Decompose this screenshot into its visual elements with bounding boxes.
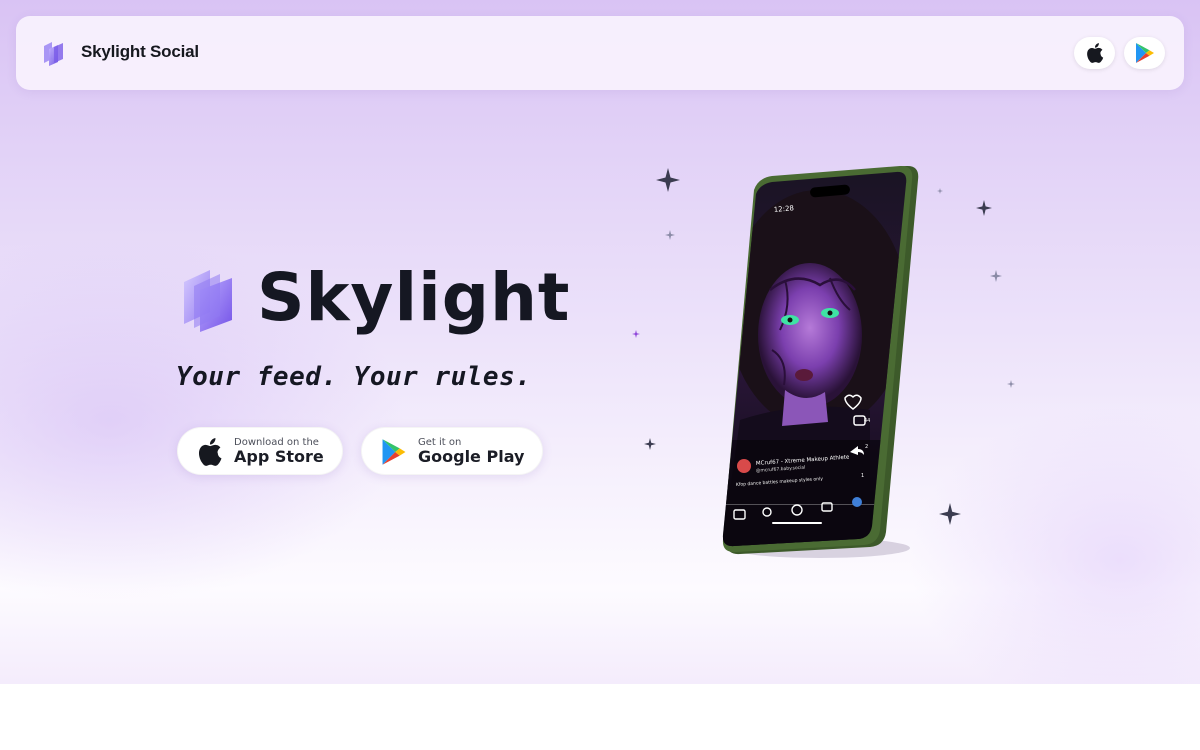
brand-name[interactable]: Skylight Social xyxy=(81,42,199,62)
share-count: 1 xyxy=(861,473,864,479)
app-store-label: App Store xyxy=(234,447,324,466)
apple-logo-icon xyxy=(1086,43,1103,63)
google-play-button[interactable]: Get it on Google Play xyxy=(361,427,543,475)
hero-tagline: Your feed. Your rules. xyxy=(176,362,532,392)
google-play-icon xyxy=(382,439,406,465)
apple-logo-icon xyxy=(198,438,222,466)
like-count: 44 xyxy=(864,418,870,424)
app-store-button[interactable]: Download on the App Store xyxy=(177,427,343,475)
skylight-logo-icon[interactable] xyxy=(42,41,64,66)
google-play-icon xyxy=(1135,43,1154,63)
google-play-label: Google Play xyxy=(418,447,525,466)
phone-mockup: 12:28 44 2 1 MCruf67 - Xtreme Makeup Ath… xyxy=(700,160,940,570)
top-navbar: Skylight Social xyxy=(16,16,1184,90)
hero-title: Skylight xyxy=(257,259,571,336)
hero-section xyxy=(0,0,1200,684)
skylight-logo-icon xyxy=(184,270,232,332)
nav-app-store-button[interactable] xyxy=(1074,37,1115,69)
comment-count: 2 xyxy=(865,444,868,450)
phone-illustration: 12:28 44 2 1 MCruf67 - Xtreme Makeup Ath… xyxy=(722,165,919,558)
nav-google-play-button[interactable] xyxy=(1124,37,1165,69)
